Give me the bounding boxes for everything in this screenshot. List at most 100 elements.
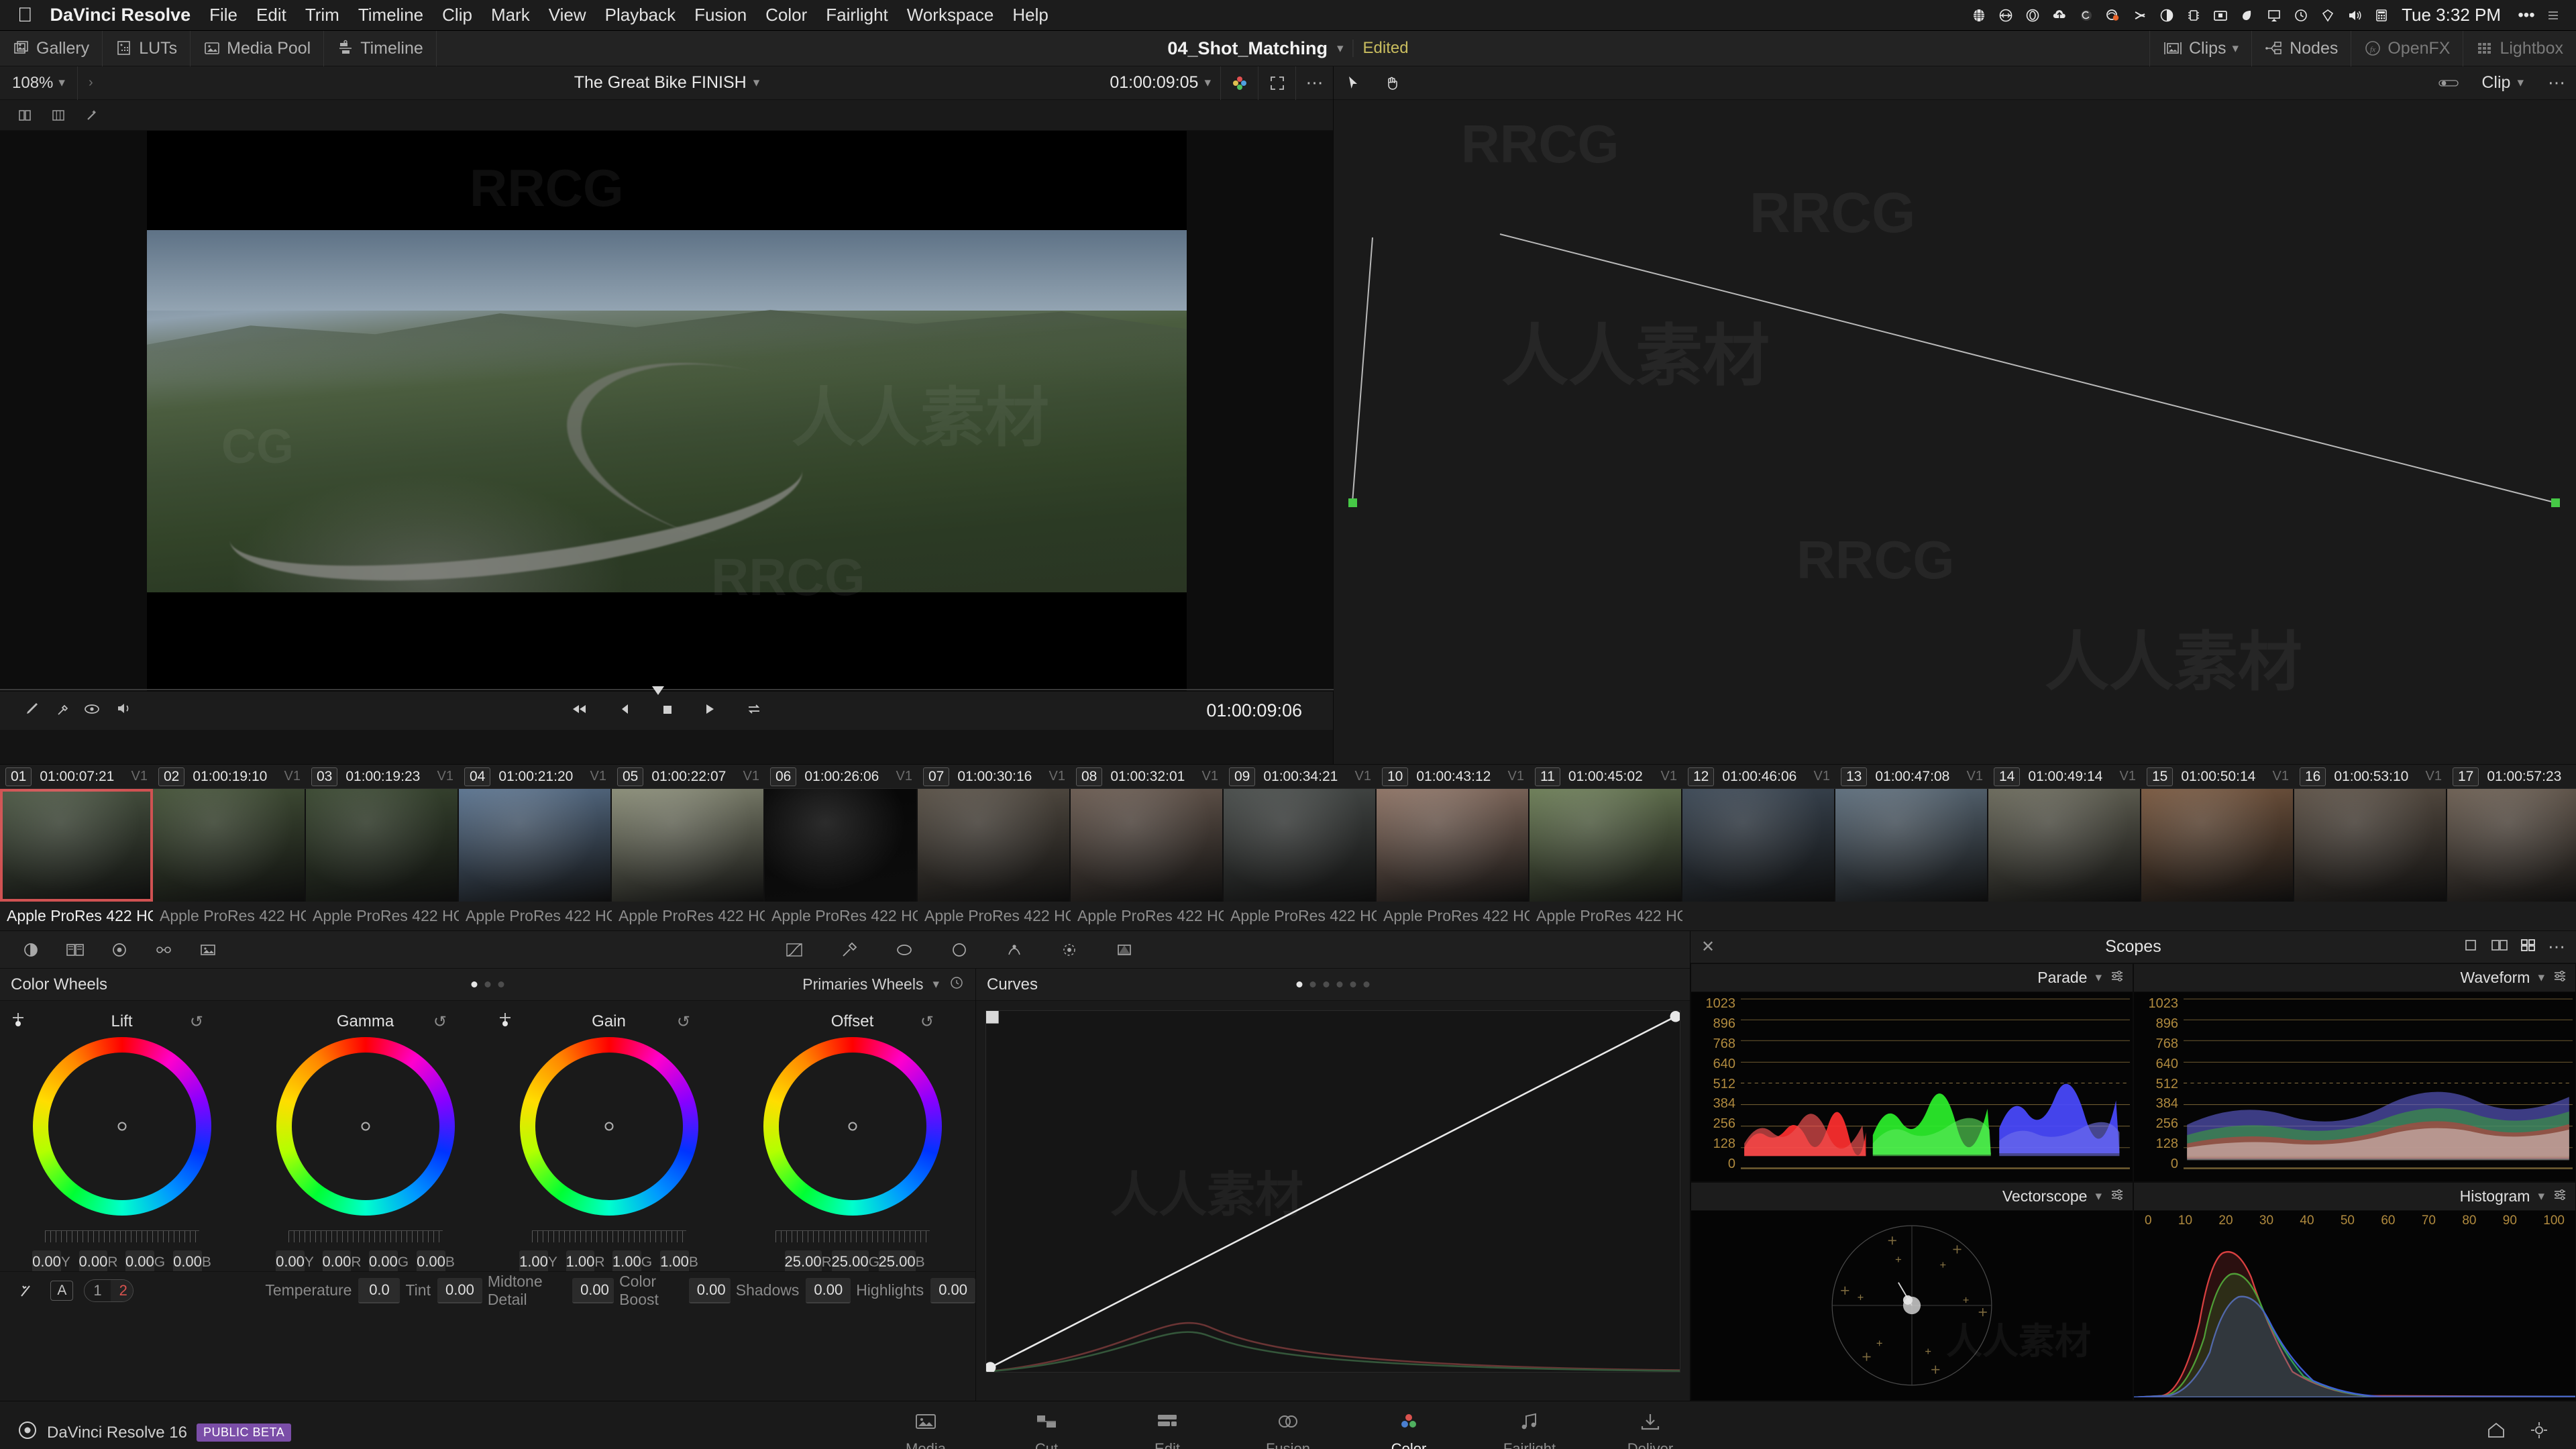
chevron-down-icon[interactable]: ▾ (2538, 970, 2544, 985)
screen-record-icon[interactable] (2207, 2, 2234, 29)
scope-waveform[interactable]: Waveform ▾ 1023 896 768 640 512 384 256 128 0 (2133, 963, 2576, 1182)
menu-item-trim[interactable]: Trim (305, 5, 339, 25)
media-pool-button[interactable]: Media Pool (191, 30, 325, 66)
skip-start-icon[interactable] (571, 700, 590, 721)
expand-icon[interactable] (1258, 66, 1295, 100)
grid-view-icon[interactable] (43, 102, 74, 129)
power-window-icon[interactable] (939, 935, 979, 965)
timeline-thumbnail[interactable] (0, 789, 153, 902)
auto-balance-icon[interactable] (11, 935, 51, 965)
timeline-thumbnail[interactable] (1224, 789, 1377, 902)
ellipsis-icon[interactable]: ⋯ (1295, 66, 1333, 100)
wheel-master-slider[interactable] (44, 1230, 199, 1242)
page-dot[interactable] (471, 981, 478, 987)
wheel-value-box[interactable]: 0.00G (368, 1250, 410, 1274)
settings-icon[interactable] (2553, 1187, 2567, 1206)
menu-item-color[interactable]: Color (765, 5, 807, 25)
timeline-ruler[interactable]: 01 01:00:07:21 V1 02 01:00:19:10 V1 03 01:00:19… (0, 765, 2576, 789)
chevron-down-icon[interactable]: ▾ (1337, 41, 1344, 56)
single-view-icon[interactable] (2462, 936, 2479, 957)
wheel-value-box[interactable]: 0.00Y (274, 1250, 316, 1274)
play-icon[interactable] (702, 700, 717, 721)
step-back-icon[interactable] (618, 700, 633, 721)
color-wheel-gamma[interactable]: Gamma ↺ 0.00Y 0.00R 0.00G 0.00B (244, 1010, 487, 1274)
color-wheel-gain[interactable]: Gain ↺ 1.00Y 1.00R 1.00G 1.00B (487, 1010, 731, 1274)
timeline-thumbnail[interactable] (459, 789, 612, 902)
page-button-deliver[interactable]: Deliver (1590, 1407, 1711, 1449)
reset-icon[interactable]: ↺ (433, 1012, 447, 1032)
version-2[interactable]: 2 (110, 1279, 133, 1301)
param-shadows[interactable]: Shadows 0.00 (736, 1277, 851, 1303)
wheel-value[interactable]: 25.00 (784, 1250, 822, 1274)
cpu-icon[interactable] (2180, 2, 2207, 29)
loop-icon[interactable] (745, 700, 763, 721)
page-button-edit[interactable]: Edit (1107, 1407, 1228, 1449)
wheel-value[interactable]: 0.00 (322, 1250, 352, 1274)
color-match-icon[interactable] (99, 935, 140, 965)
timeline-ruler-segment[interactable]: 11 01:00:45:02 V1 (1529, 767, 1682, 786)
menu-item-help[interactable]: Help (1012, 5, 1048, 25)
mask-icon[interactable] (83, 700, 101, 721)
wheel-value[interactable]: 25.00 (878, 1250, 916, 1274)
airplay-icon[interactable] (2261, 2, 2288, 29)
wheel-value-box[interactable]: 25.00B (878, 1250, 925, 1274)
param-tint[interactable]: Tint 0.00 (405, 1277, 482, 1303)
param-value[interactable]: 0.00 (930, 1277, 976, 1303)
menu-item-timeline[interactable]: Timeline (358, 5, 423, 25)
timeline-thumbnail[interactable] (2141, 789, 2294, 902)
timeline-thumbnail[interactable] (1071, 789, 1224, 902)
luts-button[interactable]: LUTs (103, 30, 191, 66)
timeline-ruler-segment[interactable]: 01 01:00:07:21 V1 (0, 767, 153, 786)
page-dot[interactable] (1350, 981, 1356, 987)
tracker-icon[interactable] (994, 935, 1034, 965)
cloud-upload-icon[interactable] (2046, 2, 2073, 29)
wheel-value-box[interactable]: 0.00B (415, 1250, 457, 1274)
apple-icon[interactable]:  (17, 5, 33, 25)
wheel-value[interactable]: 0.00 (417, 1250, 445, 1274)
pen-icon[interactable] (24, 700, 42, 722)
scrubber[interactable] (0, 686, 1334, 695)
timeline-ruler-segment[interactable]: 1701:00:57:23V1 (2447, 767, 2576, 786)
wheel-value-box[interactable]: 0.00R (78, 1250, 119, 1274)
wheel-value-box[interactable]: 1.00Y (518, 1250, 559, 1274)
wheel-dial[interactable] (276, 1037, 455, 1216)
wheel-master-slider[interactable] (775, 1230, 930, 1242)
param-value[interactable]: 0.0 (358, 1277, 400, 1303)
sync-icon[interactable] (1992, 2, 2019, 29)
wheel-value[interactable]: 0.00 (32, 1250, 61, 1274)
page-button-color[interactable]: Color (1348, 1407, 1469, 1449)
wheel-value[interactable]: 0.00 (368, 1250, 398, 1274)
curve-editor[interactable] (985, 1010, 1680, 1373)
timeline-ruler-segment[interactable]: 04 01:00:21:20 V1 (459, 767, 612, 786)
param-highlights[interactable]: Highlights 0.00 (856, 1277, 976, 1303)
timeline-thumbnail[interactable] (1835, 789, 1988, 902)
wheel-value-box[interactable]: 0.00B (172, 1250, 213, 1274)
openfx-button[interactable]: fx OpenFX (2351, 30, 2463, 66)
clips-button[interactable]: Clips ▾ (2149, 30, 2251, 66)
wheel-value[interactable]: 0.00 (125, 1250, 154, 1274)
color-wheel-lift[interactable]: Lift ↺ 0.00Y 0.00R 0.00G 0.00B (0, 1010, 244, 1274)
viewer-title-group[interactable]: The Great Bike FINISH ▾ (574, 73, 760, 93)
wheel-value[interactable]: 25.00 (831, 1250, 869, 1274)
timeline-ruler-segment[interactable]: 15 01:00:50:14 V1 (2141, 767, 2294, 786)
viewer-stage[interactable]: RRCG 人人素材 CG RRCG (0, 130, 1333, 692)
target-icon[interactable] (2019, 2, 2046, 29)
curves-icon[interactable] (774, 935, 814, 965)
backup-icon[interactable] (2073, 2, 2100, 29)
gallery-button[interactable]: Gallery (0, 30, 103, 66)
toggle-icon[interactable] (2429, 66, 2468, 100)
timeline-ruler-segment[interactable]: 03 01:00:19:23 V1 (306, 767, 459, 786)
timeline-ruler-segment[interactable]: 05 01:00:22:07 V1 (612, 767, 765, 786)
dual-view-icon[interactable] (2490, 936, 2509, 957)
color-wheel-offset[interactable]: Offset ↺ 25.00R 25.00G 25.00B (731, 1010, 974, 1274)
calculator-icon[interactable] (2368, 2, 2395, 29)
stills-icon[interactable] (188, 935, 228, 965)
picker-icon[interactable] (496, 1011, 514, 1033)
magic-wand-icon[interactable] (76, 102, 107, 129)
page-dot[interactable] (1296, 981, 1303, 987)
chevron-down-icon[interactable]: ▾ (2233, 41, 2239, 56)
grid-globe-icon[interactable] (1966, 2, 1992, 29)
wheel-handle[interactable] (848, 1122, 857, 1131)
wheel-value-box[interactable]: 1.00G (612, 1250, 653, 1274)
color-picker-icon[interactable] (1220, 66, 1258, 100)
